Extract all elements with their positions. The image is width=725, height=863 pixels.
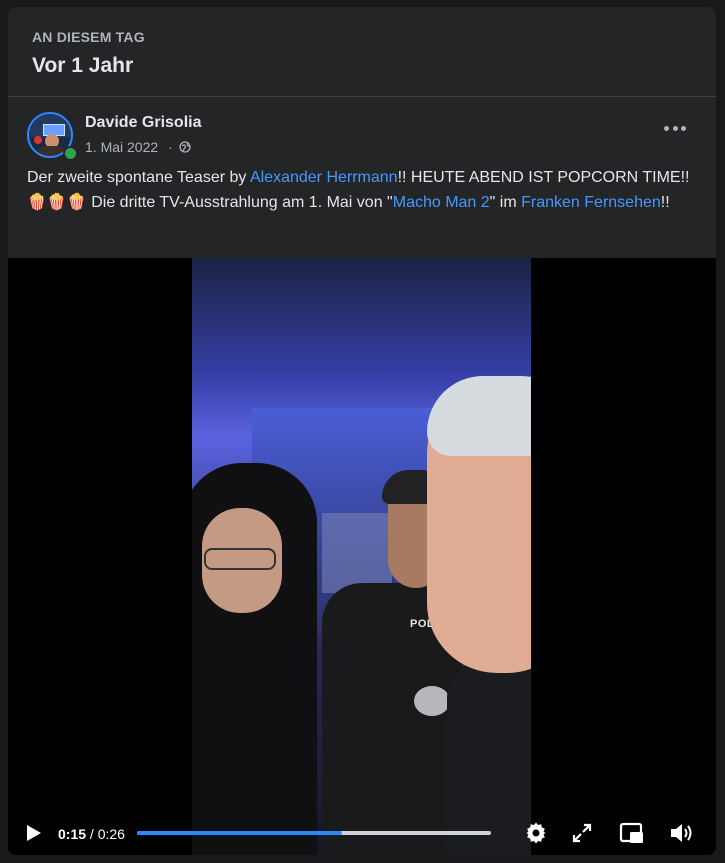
post-header: Davide Grisolia 1. Mai 2022 ·	[8, 97, 716, 165]
video-controls: 0:15 / 0:26	[8, 811, 716, 855]
person-left-glasses	[204, 548, 276, 570]
volume-icon[interactable]	[669, 821, 695, 845]
memory-eyebrow: AN DIESEM TAG	[32, 29, 145, 45]
post-text-part: " im	[489, 194, 522, 211]
progress-fill	[137, 831, 343, 835]
picture-in-picture-icon[interactable]	[619, 821, 645, 845]
post-text: Der zweite spontane Teaser by Alexander …	[8, 165, 716, 215]
memory-card: AN DIESEM TAG Vor 1 Jahr Davide Grisolia…	[8, 7, 716, 855]
online-status-indicator	[63, 146, 78, 161]
post-text-part: !! HEUTE ABEND IST POPCORN TIME!!	[397, 169, 690, 186]
post-meta: 1. Mai 2022 ·	[85, 139, 191, 155]
video-frame[interactable]: POLIZEI	[192, 258, 531, 855]
mention-link-franken-fernsehen[interactable]: Franken Fernsehen	[521, 194, 661, 211]
memory-title: Vor 1 Jahr	[32, 54, 134, 77]
fullscreen-icon[interactable]	[569, 821, 595, 845]
globe-icon[interactable]	[179, 141, 191, 153]
settings-icon[interactable]	[523, 821, 549, 845]
post-date[interactable]: 1. Mai 2022	[85, 139, 158, 155]
police-badge	[414, 686, 450, 716]
video-time: 0:15 / 0:26	[58, 826, 125, 842]
person-right-hair	[427, 376, 531, 456]
post-text-part: !!	[660, 194, 670, 211]
progress-bar[interactable]	[137, 831, 491, 835]
current-time: 0:15	[58, 826, 87, 842]
avatar-detail	[34, 136, 42, 144]
memory-header: AN DIESEM TAG Vor 1 Jahr	[8, 7, 716, 97]
more-horizontal-icon	[672, 125, 678, 131]
more-horizontal-icon	[664, 125, 669, 131]
post-text-part: Die dritte TV-Ausstrahlung am 1. Mai von…	[86, 194, 393, 211]
duration: 0:26	[97, 826, 125, 842]
mention-link-alexander-herrmann[interactable]: Alexander Herrmann	[250, 169, 398, 186]
author-name[interactable]: Davide Grisolia	[85, 114, 202, 132]
more-horizontal-icon	[681, 125, 686, 131]
time-separator: /	[86, 826, 98, 842]
popcorn-emoji: 🍿🍿🍿	[27, 194, 87, 211]
video-background-window	[322, 513, 392, 593]
post-text-part: Der zweite spontane Teaser by	[27, 169, 250, 186]
play-icon[interactable]	[25, 823, 43, 843]
mention-link-macho-man-2[interactable]: Macho Man 2	[393, 194, 490, 211]
more-options-button[interactable]	[664, 120, 686, 136]
video-player[interactable]: POLIZEI 0:15 / 0:26	[8, 258, 716, 855]
meta-separator: ·	[168, 139, 173, 155]
